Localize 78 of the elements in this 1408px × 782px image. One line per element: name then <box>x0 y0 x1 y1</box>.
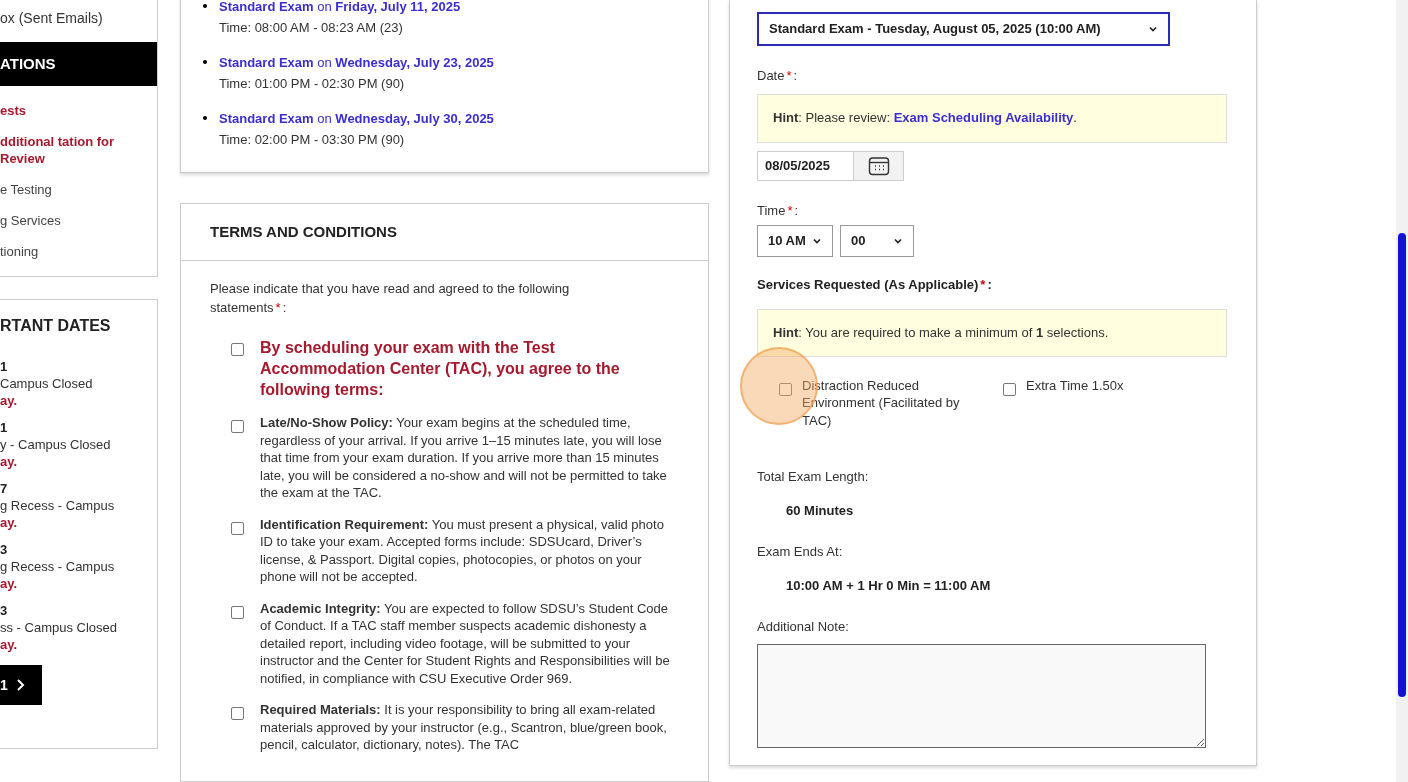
minute-select[interactable]: 00 <box>840 225 914 257</box>
next-page-button[interactable]: 1 <box>0 665 42 705</box>
exam-link[interactable]: Standard Exam on Wednesday, July 23, 2025 <box>219 52 494 73</box>
time-label: Time <box>757 202 786 218</box>
section-header: ATIONS <box>0 42 157 86</box>
date-event: Campus Closed <box>0 375 94 392</box>
sidebar-link[interactable]: g Services <box>0 212 157 229</box>
term-text: Late/No-Show Policy: Your exam begins at the scheduled time, regardless of your arrival. If you arrive 1–15 minutes late, you will lose that time from your exam duration. If you arrive more than 15 minutes late, you will be considered a no-show and will not be permitted to take the exam at the TAC. <box>260 414 668 502</box>
date-label: Date <box>757 68 785 83</box>
date-field[interactable]: 08/05/2025 <box>757 150 904 181</box>
dates-title: RTANT DATES <box>0 316 112 336</box>
availability-link[interactable]: Exam Scheduling Availability <box>893 108 1074 128</box>
terms-intro: Please indicate that you have read and agreed to the following statements*: <box>210 280 571 317</box>
date-number: 3 <box>0 602 9 619</box>
caret-icon <box>1148 24 1158 34</box>
bullet-icon <box>203 116 207 120</box>
bullet-icon <box>203 4 207 8</box>
sidebar-link[interactable]: ests <box>0 102 157 119</box>
hint-text: Hint: Please review: <box>773 109 892 128</box>
hint-text: Hint: You are required to make a minimum of 1 selections. <box>773 323 1109 342</box>
checkbox[interactable] <box>1003 382 1016 396</box>
term-text: Identification Requirement: You must present a physical, valid photo ID to take your exam. Accepted forms include: SDSUcard, Driver’s license, & Passport. Digital copies, photocopies, or photos on your phone will not be accepted. <box>260 515 665 586</box>
colon: : <box>987 277 992 292</box>
date-number: 7 <box>0 480 9 497</box>
date-note: ay. <box>0 453 19 470</box>
services-label: Services Requested (As Applicable) <box>757 277 979 292</box>
ends-at-value: 10:00 AM + 1 Hr 0 Min = 11:00 AM <box>786 576 992 595</box>
exam-time: Time: 08:00 AM - 08:23 AM (23) <box>219 19 404 37</box>
terms-title: TERMS AND CONDITIONS <box>210 221 397 242</box>
sidebar-link[interactable]: tioning <box>0 243 157 260</box>
scrollbar[interactable] <box>1396 0 1408 782</box>
hour-select[interactable]: 10 AM <box>757 225 833 257</box>
term-text: Academic Integrity: You are expected to follow SDSU’s Student Code of Conduct. If a TAC staff member suspects academic dishonesty a detailed report, including video footage, will be submitted to your instructor and the Center for Student Rights and Responsibilities will be notified, in compliance with CSU Executive Order 969. <box>260 599 671 687</box>
checkbox[interactable] <box>231 605 244 619</box>
date-number: 1 <box>0 358 9 375</box>
caret-icon <box>893 236 903 246</box>
date-note: ay. <box>0 575 19 592</box>
required-mark: * <box>786 68 792 83</box>
date-number: 1 <box>0 419 9 436</box>
bullet-icon <box>203 60 207 64</box>
date-note: ay. <box>0 636 19 653</box>
terms-heading: By scheduling your exam with the Test Accommodation Center (TAC), you agree to the following terms: <box>260 338 621 400</box>
total-length-value: 60 Minutes <box>786 501 855 520</box>
checkbox[interactable] <box>231 707 244 720</box>
hint-period: . <box>1073 109 1077 128</box>
inbox-link[interactable]: ox (Sent Emails) <box>0 10 103 26</box>
exam-link[interactable]: Standard Exam on Wednesday, July 30, 2025 <box>219 108 494 129</box>
service-option-label: Extra Time 1.50x <box>1026 376 1124 395</box>
checkbox[interactable] <box>231 343 244 356</box>
caret-icon <box>812 236 822 246</box>
colon: : <box>793 68 798 83</box>
sidebar-link[interactable]: e Testing <box>0 181 157 198</box>
scrollbar-thumb[interactable] <box>1398 233 1406 697</box>
exam-link[interactable]: Standard Exam on Friday, July 11, 2025 <box>219 0 461 17</box>
date-event: ss - Campus Closed <box>0 619 119 636</box>
note-label: Additional Note: <box>757 618 850 636</box>
exam-time: Time: 01:00 PM - 02:30 PM (90) <box>219 75 406 93</box>
exam-time: Time: 02:00 PM - 03:30 PM (90) <box>219 131 406 149</box>
date-event: g Recess - Campus <box>0 497 116 514</box>
colon: : <box>794 202 799 218</box>
date-note: ay. <box>0 392 19 409</box>
exam-date-select[interactable]: Standard Exam - Tuesday, August 05, 2025 (10:00 AM) <box>757 12 1170 46</box>
date-event: g Recess - Campus <box>0 558 116 575</box>
sidebar-link[interactable]: dditional tation for Review <box>0 133 157 167</box>
calendar-icon[interactable] <box>867 155 890 176</box>
date-note: ay. <box>0 514 19 531</box>
checkbox[interactable] <box>231 420 244 433</box>
required-mark: * <box>980 277 986 292</box>
total-length-label: Total Exam Length: <box>757 468 870 486</box>
note-field[interactable] <box>757 643 1206 748</box>
date-number: 3 <box>0 541 9 558</box>
date-event: y - Campus Closed <box>0 436 112 453</box>
term-text: Required Materials: It is your responsibility to bring all exam-related materials approved by your instructor (e.g., Scantron, blue/green book, pencil, calculator, dictionary, notes). The TAC <box>260 701 668 754</box>
checkbox[interactable] <box>779 382 792 396</box>
required-mark: * <box>787 202 793 218</box>
ends-at-label: Exam Ends At: <box>757 543 844 561</box>
chevron-right-icon <box>15 678 26 692</box>
checkbox[interactable] <box>231 521 244 535</box>
